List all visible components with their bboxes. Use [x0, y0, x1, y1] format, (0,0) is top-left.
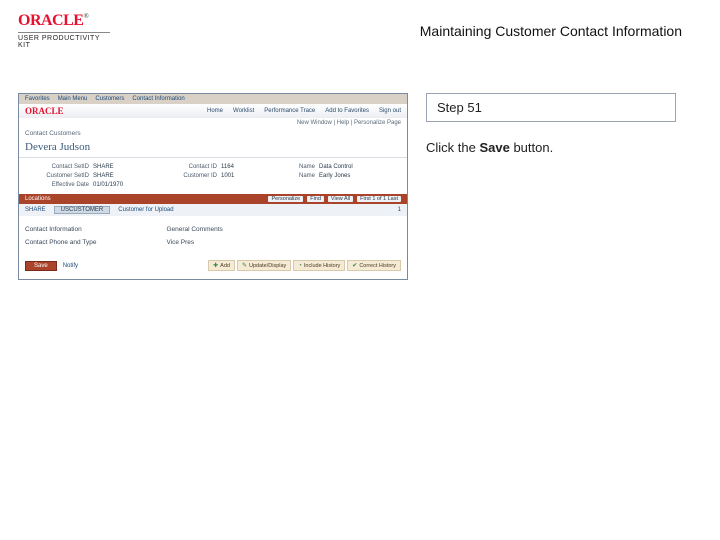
field-label: Name: [285, 164, 315, 170]
comments-col: General Comments Vice Pres: [166, 226, 222, 252]
instruction-panel: Step 51 Click the Save button.: [426, 93, 702, 280]
clock-icon: ◔: [298, 263, 302, 269]
field-value: Data Control: [319, 164, 379, 170]
row-setid: SHARE: [25, 207, 46, 213]
field-value: 01/01/1970: [93, 182, 153, 188]
row-desc: Customer for Upload: [118, 207, 173, 213]
col-value: Contact Phone and Type: [25, 239, 96, 246]
field-value: SHARE: [93, 173, 153, 179]
oracle-text: ORACLE: [18, 12, 83, 29]
tab-update-display[interactable]: ✎Update/Display: [237, 260, 291, 271]
document-body: Favorites Main Menu Customers Contact In…: [0, 53, 720, 280]
breadcrumb-bar: Favorites Main Menu Customers Contact In…: [19, 94, 407, 104]
locations-section-bar: Locations Personalize Find View All Firs…: [19, 194, 407, 204]
grid-tools: Personalize Find View All First 1 of 1 L…: [268, 196, 401, 202]
action-bar: Save Notify ✚Add ✎Update/Display ◔Includ…: [19, 256, 407, 279]
menu-perf-trace[interactable]: Performance Trace: [264, 108, 315, 114]
col-heading: Contact Information: [25, 226, 96, 233]
instruction-post: button.: [510, 140, 553, 155]
field-label: Name: [285, 173, 315, 179]
menu-home[interactable]: Home: [207, 108, 223, 114]
col-heading: General Comments: [166, 226, 222, 233]
tab-add[interactable]: ✚Add: [208, 260, 235, 271]
tool-viewall[interactable]: View All: [328, 196, 353, 202]
col-value: Vice Pres: [166, 239, 222, 246]
window-tools-line: New Window | Help | Personalize Page: [19, 118, 407, 128]
nav-item: Contact Information: [132, 96, 184, 102]
nav-item: Customers: [95, 96, 124, 102]
page-title: Maintaining Customer Contact Information: [420, 23, 682, 39]
instruction-text: Click the Save button.: [426, 140, 702, 155]
oracle-upk-logo: ORACLE® USER PRODUCTIVITY KIT: [18, 12, 138, 49]
instruction-pre: Click the: [426, 140, 479, 155]
oracle-app-logo: ORACLE: [25, 106, 64, 116]
upk-subtitle: USER PRODUCTIVITY KIT: [18, 32, 110, 49]
field-label: Customer SetID: [29, 173, 89, 179]
tool-personalize[interactable]: Personalize: [268, 196, 303, 202]
menu-add-favorites[interactable]: Add to Favorites: [325, 108, 369, 114]
header-fields: Contact SetID SHARE Contact ID 1164 Name…: [19, 158, 407, 194]
grid-row: SHARE USCUSTOMER Customer for Upload 1: [19, 204, 407, 216]
field-label: Customer ID: [157, 173, 217, 179]
grid-counter: First 1 of 1 Last: [357, 196, 401, 202]
top-menu: Home Worklist Performance Trace Add to F…: [207, 108, 401, 114]
pencil-icon: ✎: [242, 262, 247, 269]
step-label: Step 51: [437, 100, 482, 115]
field-value: 1164: [221, 164, 281, 170]
menu-worklist[interactable]: Worklist: [233, 108, 254, 114]
field-value: Early Jones: [319, 173, 379, 179]
plus-icon: ✚: [213, 262, 218, 269]
document-page: ORACLE® USER PRODUCTIVITY KIT Maintainin…: [0, 0, 720, 540]
page-context: Contact Customers: [19, 128, 407, 139]
section-title: Locations: [25, 196, 51, 202]
oracle-app-bar: ORACLE Home Worklist Performance Trace A…: [19, 104, 407, 118]
field-label: Contact ID: [157, 164, 217, 170]
oracle-wordmark: ORACLE®: [18, 12, 138, 30]
contact-name-heading: Devera Judson: [19, 139, 407, 158]
tab-correct-history[interactable]: ✔Correct History: [347, 260, 401, 271]
field-value: SHARE: [93, 164, 153, 170]
instruction-bold: Save: [479, 140, 509, 155]
check-icon: ✔: [352, 262, 357, 269]
mode-tabs: ✚Add ✎Update/Display ◔Include History ✔C…: [208, 260, 401, 271]
app-screenshot: Favorites Main Menu Customers Contact In…: [18, 93, 408, 280]
registered-mark: ®: [83, 12, 88, 20]
step-box: Step 51: [426, 93, 676, 122]
field-label: Effective Date: [29, 182, 89, 188]
nav-item: Favorites: [25, 96, 50, 102]
nav-item: Main Menu: [58, 96, 88, 102]
row-index: 1: [398, 207, 401, 213]
tab-include-history[interactable]: ◔Include History: [293, 260, 345, 271]
document-header: ORACLE® USER PRODUCTIVITY KIT Maintainin…: [0, 0, 720, 53]
save-button[interactable]: Save: [25, 261, 57, 271]
contact-info-col: Contact Information Contact Phone and Ty…: [25, 226, 96, 252]
detail-columns: Contact Information Contact Phone and Ty…: [19, 216, 407, 256]
field-label: Contact SetID: [29, 164, 89, 170]
menu-signout[interactable]: Sign out: [379, 108, 401, 114]
location-select[interactable]: USCUSTOMER: [54, 206, 111, 214]
notify-link[interactable]: Notify: [63, 263, 78, 269]
field-value: 1001: [221, 173, 281, 179]
tool-find[interactable]: Find: [307, 196, 324, 202]
